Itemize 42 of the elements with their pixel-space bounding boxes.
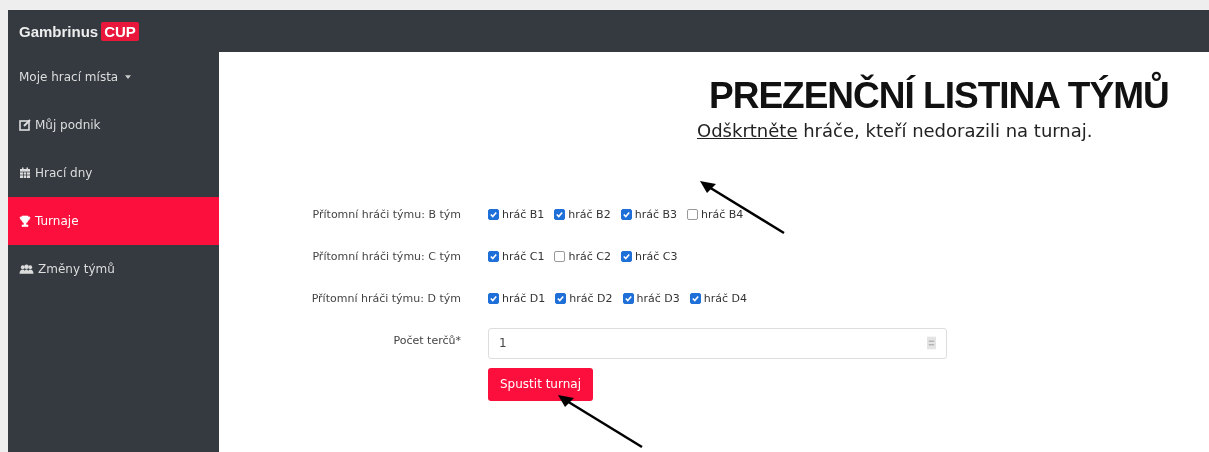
sidebar-item[interactable]: Hrací dny [8, 149, 219, 197]
subtitle: hráče, kteří nedorazili na turnaj. [803, 120, 1093, 141]
edit-icon [19, 119, 31, 131]
player-name: hráč C1 [502, 249, 545, 263]
team-label: Přítomní hráči týmu: D tým [310, 291, 462, 305]
uncheck-link[interactable]: Odškrtněte [697, 120, 798, 141]
checkbox[interactable] [622, 292, 634, 304]
field-label: Počet terčů* [392, 333, 462, 347]
checkbox[interactable] [620, 250, 632, 262]
player-name: hráč D3 [636, 291, 680, 305]
sidebar-item[interactable]: Změny týmů [8, 245, 219, 293]
sidebar-item[interactable]: Turnaje [8, 197, 219, 245]
checkbox[interactable] [488, 292, 499, 304]
checkbox[interactable] [687, 208, 698, 220]
checkbox[interactable] [488, 250, 499, 262]
player-name: hráč D1 [502, 291, 546, 305]
player-name: hráč C3 [634, 249, 678, 263]
checkbox[interactable] [555, 292, 567, 304]
checkbox[interactable] [554, 250, 566, 262]
player-name: hráč B4 [701, 207, 744, 221]
spinner-icon [927, 336, 936, 350]
checkbox[interactable] [689, 292, 701, 304]
trophy-icon [19, 215, 31, 227]
player-name: hráč C2 [568, 249, 611, 263]
checkbox[interactable] [488, 208, 499, 220]
player-name: hráč B3 [634, 207, 677, 221]
targets-input[interactable]: 1 [488, 327, 947, 359]
group-icon [19, 263, 34, 275]
team-label: Přítomní hráči týmu: C tým [311, 249, 462, 263]
checkbox[interactable] [554, 208, 566, 220]
start-tournament-button[interactable]: Spustit turnaj [488, 367, 593, 401]
player-name: hráč D2 [569, 291, 613, 305]
checkbox[interactable] [620, 208, 632, 220]
brand-name: Gambrinus [19, 22, 99, 40]
sidebar-item[interactable]: Můj podnik [8, 101, 219, 149]
player-name: hráč B2 [568, 207, 611, 221]
brand-badge: CUP [101, 21, 139, 41]
sidebar-item[interactable]: Moje hrací místa [8, 53, 219, 101]
player-name: hráč D4 [703, 291, 747, 305]
player-name: hráč B1 [502, 207, 545, 221]
calendar-icon [19, 167, 31, 179]
team-label: Přítomní hráči týmu: B tým [311, 207, 462, 221]
